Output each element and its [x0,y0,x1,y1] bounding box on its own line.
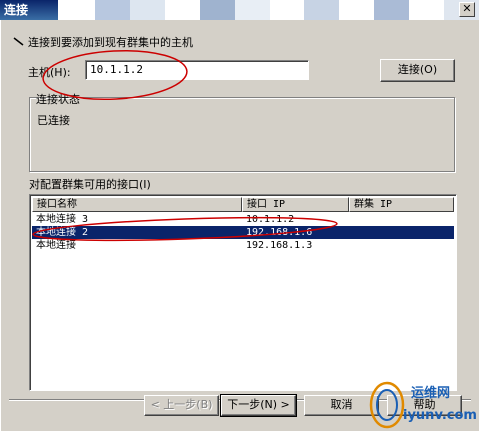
column-header-ip[interactable]: 接口 IP [242,197,349,212]
cell-interface-ip: 192.168.1.6 [246,227,313,238]
connection-status-group: 连接状态 已连接 [29,93,455,172]
next-button[interactable]: 下一步(N) > [220,394,297,417]
watermark-text-cn: 运维网 [411,385,450,401]
cell-cluster-ip [349,239,454,252]
watermark-text-en: iyunv.com [403,408,477,423]
cell-interface-ip: 10.1.1.2 [246,214,295,225]
add-host-dialog: 连接到要添加到现有群集中的主机 主机(H): 10.1.1.2 连接(O) 连接… [0,20,479,431]
table-row[interactable]: 本地连接 3 10.1.1.2 [32,213,454,226]
table-row-selected[interactable]: 本地连接 2 192.168.1.6 [32,226,454,239]
column-header-name[interactable]: 接口名称 [32,197,242,212]
window-title: 连接 [0,0,58,20]
cell-interface-name: 本地连接 3 [36,214,89,225]
column-header-cluster-ip[interactable]: 群集 IP [349,197,454,212]
title-bar: 连接 ✕ [0,0,479,20]
wizard-mark-icon [13,37,24,46]
status-group-label: 连接状态 [36,93,80,106]
list-header: 接口名称 接口 IP 群集 IP [32,197,454,212]
cell-interface-name: 本地连接 2 [36,227,89,238]
cell-interface-ip: 192.168.1.3 [246,240,313,251]
instruction-text: 连接到要添加到现有群集中的主机 [28,36,193,49]
close-button[interactable]: ✕ [459,2,475,17]
status-text: 已连接 [37,114,70,127]
watermark-logo: 运维网 iyunv.com [369,381,477,429]
interfaces-label: 对配置群集可用的接口(I) [29,178,151,191]
host-label: 主机(H): [28,66,71,79]
interfaces-list[interactable]: 接口名称 接口 IP 群集 IP 本地连接 3 10.1.1.2 本地连接 2 … [29,194,457,391]
table-row[interactable]: 本地连接 192.168.1.3 [32,239,454,252]
back-button[interactable]: < 上一步(B) [144,395,219,416]
cell-interface-name: 本地连接 [36,240,76,251]
host-input[interactable]: 10.1.1.2 [85,60,309,80]
cell-cluster-ip [349,213,454,226]
close-icon: ✕ [462,2,472,15]
background-color-strip [60,0,479,20]
cell-cluster-ip [349,226,454,239]
connect-button[interactable]: 连接(O) [380,59,455,82]
